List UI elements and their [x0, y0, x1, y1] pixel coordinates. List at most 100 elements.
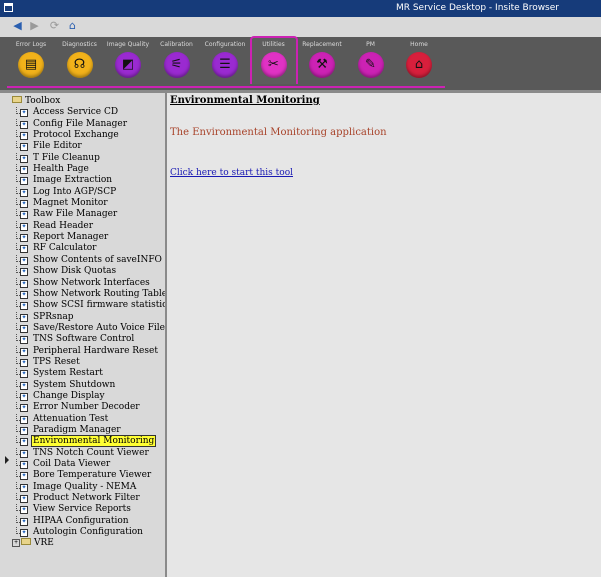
- tool-doc-icon: ✦: [20, 449, 28, 458]
- tree-item[interactable]: ✦ View Service Reports: [12, 504, 165, 515]
- tree-item[interactable]: ✦ Peripheral Hardware Reset: [12, 345, 165, 357]
- tree-item[interactable]: ✦ RF Calculator: [12, 243, 165, 254]
- tab-glyph-icon: ✂: [268, 57, 279, 72]
- tool-heading: Environmental Monitoring: [170, 95, 320, 106]
- tab-glyph-icon: ☊: [73, 57, 86, 72]
- tree-item[interactable]: ✦ Change Display: [12, 390, 165, 402]
- tree-item[interactable]: ✦ Health Page: [12, 164, 165, 175]
- tool-doc-icon: ✦: [20, 245, 28, 254]
- tree-item[interactable]: ✦ HIPAA Configuration: [12, 515, 165, 527]
- tree-item[interactable]: ✦ File Editor: [12, 141, 165, 152]
- tool-doc-icon: ✦: [20, 404, 28, 413]
- tab-calibration[interactable]: Calibration ⚟: [153, 37, 201, 85]
- back-arrow-icon[interactable]: ◀: [12, 20, 23, 32]
- tree-item-label: TPS Reset: [33, 356, 80, 367]
- tree-item-label: Show SCSI firmware statistic:: [33, 300, 167, 311]
- tree-item[interactable]: ✦ TPS Reset: [12, 356, 165, 368]
- tree-item[interactable]: ✦ Config File Manager: [12, 118, 165, 130]
- tree-item[interactable]: ✦ Read Header: [12, 220, 165, 232]
- panel-divider: [0, 90, 165, 93]
- tool-doc-icon: ✦: [20, 483, 28, 492]
- tree-item[interactable]: ✦ Raw File Manager: [12, 209, 165, 220]
- tool-doc-icon: ✦: [20, 347, 28, 356]
- start-tool-link[interactable]: Click here to start this tool: [170, 168, 293, 178]
- tree-item[interactable]: ✦ Image Quality - NEMA: [12, 481, 165, 493]
- tree-item-label: Coil Data Viewer: [33, 459, 111, 469]
- tab-home[interactable]: Home ⌂: [395, 37, 443, 85]
- tree-item-label: Error Number Decoder: [33, 402, 140, 413]
- tool-doc-icon: ✦: [20, 211, 28, 220]
- tool-doc-icon: ✦: [20, 415, 28, 424]
- tree-item[interactable]: ✦ Product Network Filter: [12, 493, 165, 504]
- tree-item[interactable]: ✦ Environmental Monitoring: [12, 435, 165, 448]
- tab-utilities[interactable]: Utilities ✂: [249, 36, 298, 84]
- tab-replacement[interactable]: Replacement ⚒: [298, 37, 346, 85]
- tool-doc-icon: ✦: [20, 256, 28, 265]
- tree-item[interactable]: ✦ Coil Data Viewer: [12, 459, 165, 470]
- tree-item[interactable]: ✦ Report Manager: [12, 232, 165, 243]
- tree-root-toolbox[interactable]: Toolbox: [12, 96, 165, 107]
- tree-item[interactable]: ✦ Show Network Routing Tables: [12, 288, 165, 300]
- tool-doc-icon: ✦: [20, 268, 28, 277]
- tool-doc-icon: ✦: [20, 313, 28, 322]
- tab-pm[interactable]: PM ✎: [347, 37, 395, 85]
- folder-icon: [12, 96, 22, 103]
- tool-doc-icon: ✦: [20, 166, 28, 175]
- tab-image-quality[interactable]: Image Quality ◩: [104, 37, 152, 85]
- tab-label: Diagnostics: [62, 41, 97, 48]
- tree-item[interactable]: ✦ Error Number Decoder: [12, 402, 165, 413]
- tree-item[interactable]: ✦ SPRsnap: [12, 311, 165, 323]
- tree-item[interactable]: ✦ System Restart: [12, 368, 165, 379]
- tab-circle-icon: ✂: [260, 52, 287, 78]
- home-icon[interactable]: ⌂: [67, 20, 78, 32]
- tree-item[interactable]: ✦ Save/Restore Auto Voice Files: [12, 322, 165, 334]
- tree-item-label: TNS Notch Count Viewer: [33, 447, 149, 458]
- forward-arrow-icon[interactable]: ▶: [29, 20, 40, 32]
- tool-doc-icon: ✦: [20, 495, 28, 504]
- tree-item[interactable]: ✦ Access Service CD: [12, 107, 165, 118]
- tree-item-label: View Service Reports: [33, 504, 131, 515]
- tool-content-panel: Environmental Monitoring The Environment…: [167, 90, 601, 577]
- tree-item[interactable]: ✦ Show SCSI firmware statistic:: [12, 300, 167, 311]
- tab-diagnostics[interactable]: Diagnostics ☊: [56, 37, 104, 85]
- toolbox-tree: Toolbox ✦ Access Service CD ✦ Config File M…: [12, 96, 167, 550]
- tree-item[interactable]: ✦ Show Contents of saveINFO M: [12, 254, 165, 266]
- tab-label: Image Quality: [106, 41, 150, 48]
- toolbar-tabs: Error Logs ▤ Diagnostics ☊ Image Quality ◩ Cal…: [7, 36, 445, 88]
- tree-item[interactable]: ✦ Autologin Configuration: [12, 527, 165, 538]
- tree-item[interactable]: ✦ Protocol Exchange: [12, 130, 165, 141]
- tool-doc-icon: ✦: [20, 517, 28, 526]
- tab-glyph-icon: ⌂: [414, 57, 424, 72]
- window-titlebar: MR Service Desktop - Insite Browser: [0, 0, 601, 17]
- tree-item[interactable]: ✦ Attenuation Test: [12, 413, 165, 425]
- tree-item[interactable]: ✦ Show Network Interfaces: [12, 277, 165, 289]
- tree-item[interactable]: ✦ Log Into AGP/SCP: [12, 186, 165, 198]
- tree-item[interactable]: ✦ System Shutdown: [12, 379, 165, 391]
- tab-glyph-icon: ⚟: [170, 57, 183, 72]
- tree-item[interactable]: ✦ T File Cleanup: [12, 152, 165, 164]
- tool-doc-icon: ✦: [20, 143, 28, 152]
- tool-doc-icon: ✦: [20, 461, 28, 469]
- tool-doc-icon: ✦: [20, 302, 28, 311]
- tab-configuration[interactable]: Configuration ☰: [201, 37, 249, 85]
- tree-item[interactable]: ✦ Magnet Monitor: [12, 198, 165, 209]
- tree-item[interactable]: ✦ Image Extraction: [12, 175, 165, 186]
- tool-doc-icon: ✦: [20, 154, 28, 163]
- tree-item[interactable]: ✦ TNS Notch Count Viewer: [12, 447, 165, 459]
- expand-icon[interactable]: +: [12, 538, 20, 547]
- window-menu-icon[interactable]: [4, 3, 13, 12]
- tool-doc-icon: ✦: [20, 472, 28, 481]
- tree-item[interactable]: ✦ TNS Software Control: [12, 334, 165, 345]
- tool-doc-icon: ✦: [20, 426, 28, 435]
- tab-circle-icon: ◩: [115, 52, 141, 78]
- tree-item[interactable]: ✦ Show Disk Quotas: [12, 266, 165, 277]
- tab-glyph-icon: ▤: [24, 57, 38, 72]
- tree-node-vre[interactable]: + VRE: [12, 538, 165, 549]
- tool-doc-icon: ✦: [20, 279, 28, 288]
- tab-error-logs[interactable]: Error Logs ▤: [7, 37, 55, 85]
- refresh-icon[interactable]: ⟳: [49, 20, 60, 32]
- tree-item[interactable]: ✦ Bore Temperature Viewer: [12, 470, 165, 481]
- tree-item-label: Read Header: [33, 220, 94, 231]
- tool-doc-icon: ✦: [20, 358, 28, 367]
- toolbox-tree-panel: Toolbox ✦ Access Service CD ✦ Config File M…: [0, 90, 167, 577]
